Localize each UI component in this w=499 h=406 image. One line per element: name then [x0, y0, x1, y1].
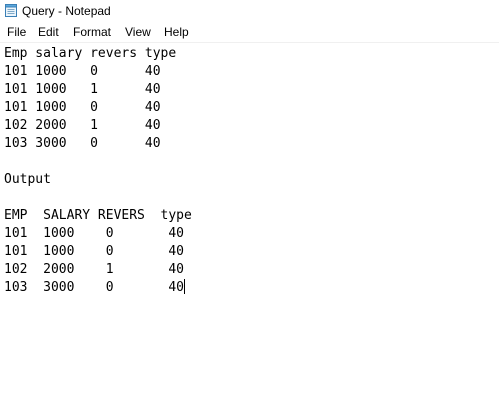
text-line: EMP SALARY REVERS type — [4, 208, 192, 223]
text-line: 102 2000 1 40 — [4, 262, 185, 277]
menu-edit[interactable]: Edit — [38, 25, 59, 40]
text-line: 101 1000 0 40 — [4, 226, 185, 241]
document-text[interactable]: Emp salary revers type 101 1000 0 40 101… — [4, 45, 192, 297]
menu-format[interactable]: Format — [73, 25, 111, 40]
menu-view[interactable]: View — [125, 25, 151, 40]
text-caret — [184, 279, 186, 294]
text-line: 103 3000 0 40 — [4, 280, 185, 295]
menu-file[interactable]: File — [7, 25, 26, 40]
notepad-window: Query - Notepad File Edit Format View He… — [0, 0, 499, 406]
window-title: Query - Notepad — [22, 4, 111, 18]
text-line: Emp salary revers type — [4, 46, 177, 61]
text-line: 101 1000 0 40 — [4, 244, 185, 259]
text-line: 102 2000 1 40 — [4, 118, 161, 133]
text-line: 101 1000 0 40 — [4, 100, 161, 115]
notepad-icon — [5, 4, 17, 17]
text-line: 103 3000 0 40 — [4, 136, 161, 151]
text-line: 101 1000 1 40 — [4, 82, 161, 97]
text-editor[interactable]: Emp salary revers type 101 1000 0 40 101… — [0, 43, 499, 406]
menu-help[interactable]: Help — [164, 25, 189, 40]
title-bar: Query - Notepad — [0, 0, 499, 22]
text-line: 101 1000 0 40 — [4, 64, 161, 79]
text-line: Output — [4, 172, 51, 187]
menu-bar: File Edit Format View Help — [0, 22, 499, 43]
